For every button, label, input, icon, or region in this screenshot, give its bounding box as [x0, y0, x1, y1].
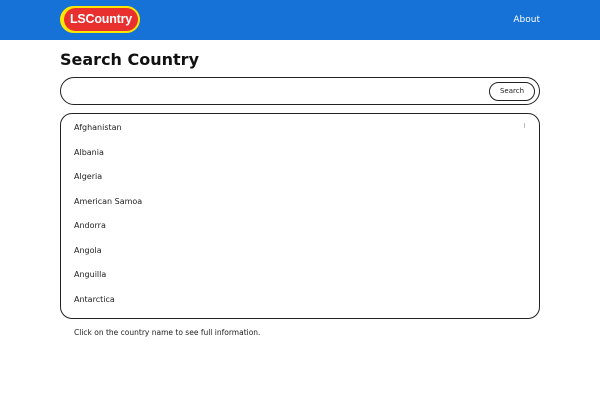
page-title: Search Country: [60, 50, 199, 69]
country-item-algeria[interactable]: Algeria: [61, 165, 539, 190]
search-bar: Search: [60, 77, 540, 105]
country-item-albania[interactable]: Albania: [61, 141, 539, 166]
brand-logo[interactable]: LSCountry: [60, 6, 140, 33]
country-item-anguilla[interactable]: Anguilla: [61, 263, 539, 288]
country-item-angola[interactable]: Angola: [61, 239, 539, 264]
country-item-antarctica[interactable]: Antarctica: [61, 288, 539, 313]
search-input[interactable]: [73, 82, 483, 100]
nav-about-link[interactable]: About: [513, 13, 540, 27]
brand-logo-text: LSCountry: [64, 8, 138, 31]
country-item-american-samoa[interactable]: American Samoa: [61, 190, 539, 215]
search-button[interactable]: Search: [489, 81, 535, 101]
navbar: LSCountry About: [0, 0, 600, 40]
list-scrollbar-thumb[interactable]: [523, 123, 525, 128]
country-item-afghanistan[interactable]: Afghanistan: [61, 116, 539, 141]
hint-text: Click on the country name to see full in…: [74, 328, 261, 337]
country-list[interactable]: Afghanistan Albania Algeria American Sam…: [60, 113, 540, 319]
country-item-andorra[interactable]: Andorra: [61, 214, 539, 239]
